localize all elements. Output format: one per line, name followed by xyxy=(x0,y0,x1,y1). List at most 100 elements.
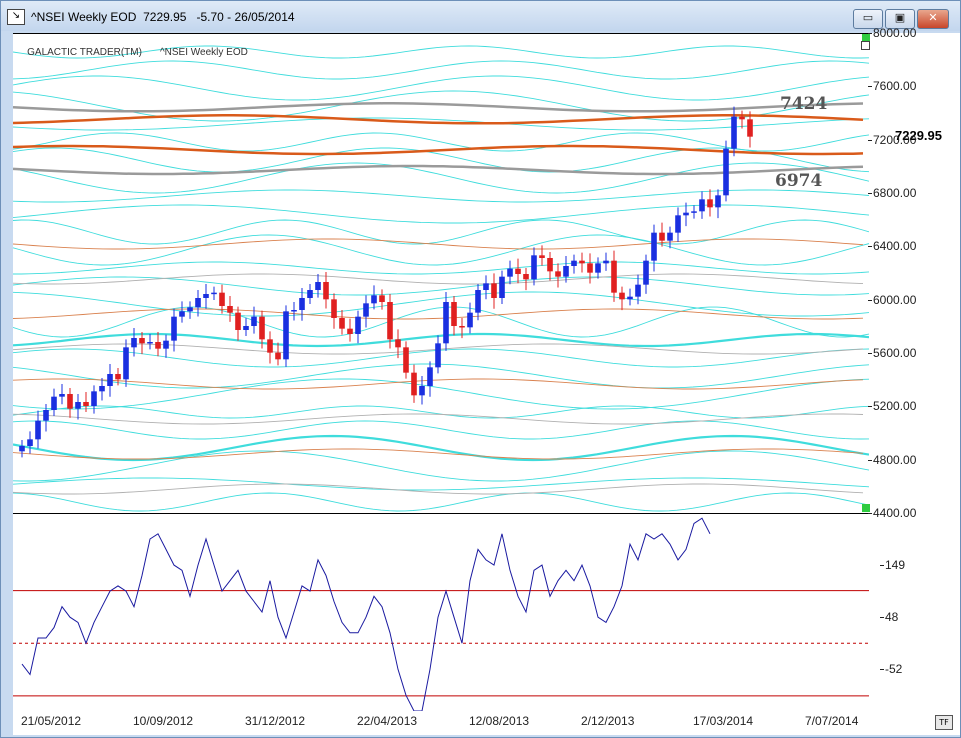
candle-body xyxy=(323,282,329,300)
candle-body xyxy=(275,352,281,360)
candle-body xyxy=(19,446,25,452)
date-tick-label: 21/05/2012 xyxy=(21,714,82,728)
date-axis: 21/05/2012 10/09/2012 31/12/2012 22/04/2013… xyxy=(13,711,869,735)
candle-body xyxy=(659,232,665,241)
harmonic-line xyxy=(13,273,864,285)
candle-body xyxy=(27,439,33,446)
oscillator-panel[interactable] xyxy=(13,513,869,712)
price-tick-label: 6000.00 xyxy=(867,292,917,307)
candle-body xyxy=(203,294,209,298)
candle-body xyxy=(379,295,385,302)
candle-body xyxy=(491,283,497,298)
date-tick-label: 17/03/2014 xyxy=(693,714,754,728)
oscillator-chart[interactable] xyxy=(13,514,869,712)
close-button[interactable]: ✕ xyxy=(917,9,949,29)
candle-body xyxy=(427,367,433,386)
candle-body xyxy=(67,394,73,409)
cycle-wave-line xyxy=(13,291,869,317)
candle-body xyxy=(651,232,657,261)
date-tick-label: 10/09/2012 xyxy=(133,714,194,728)
candle-body xyxy=(299,298,305,310)
cycle-wave-line xyxy=(13,477,869,491)
candle-body xyxy=(251,316,257,326)
candle-body xyxy=(603,260,609,264)
candle-body xyxy=(315,282,321,290)
candle-body xyxy=(371,295,377,304)
candle-body xyxy=(171,316,177,341)
candle-body xyxy=(179,311,185,317)
candle-body xyxy=(35,420,41,440)
cycle-wave-line xyxy=(13,219,869,245)
timeframe-badge[interactable]: TF xyxy=(935,715,953,730)
candle-body xyxy=(363,303,369,317)
candle-body xyxy=(387,302,393,340)
candle-body xyxy=(75,402,81,409)
candle-body xyxy=(155,342,161,349)
candle-body xyxy=(691,211,697,213)
candle-body xyxy=(459,326,465,328)
harmonic-line xyxy=(13,483,864,495)
candle-body xyxy=(435,343,441,368)
chart-legend: GALACTIC TRADER(TM) ^NSEI Weekly EOD xyxy=(16,36,266,69)
candle-body xyxy=(595,263,601,273)
candle-body xyxy=(739,116,745,120)
price-tick-label: 7200.00 xyxy=(867,132,917,147)
cycle-wave-line xyxy=(13,450,869,482)
cycle-wave-line xyxy=(13,363,869,389)
price-tick-label: 4400.00 xyxy=(867,506,917,520)
price-tick-label: 8000.00 xyxy=(867,26,917,40)
price-chart[interactable] xyxy=(13,34,869,514)
level-line xyxy=(13,102,864,113)
candle-body xyxy=(259,316,265,340)
panel-marker-bottom[interactable] xyxy=(862,504,870,512)
candle-body xyxy=(443,302,449,344)
candle-body xyxy=(715,195,721,208)
candle-body xyxy=(499,276,505,298)
candle-body xyxy=(131,338,137,348)
harmonic-line xyxy=(13,413,864,425)
title-bar[interactable]: ↘ ^NSEI Weekly EOD 7229.95 -5.70 - 26/05… xyxy=(1,1,960,31)
legend-symbol: ^NSEI Weekly EOD xyxy=(159,47,248,58)
candle-body xyxy=(403,347,409,373)
candle-body xyxy=(683,212,689,216)
candle-body xyxy=(147,342,153,344)
candle-body xyxy=(227,306,233,313)
candle-body xyxy=(587,263,593,273)
candle-body xyxy=(619,292,625,300)
date-tick-label: 12/08/2013 xyxy=(469,714,530,728)
candle-body xyxy=(211,292,217,295)
candle-body xyxy=(331,299,337,318)
candle-body xyxy=(515,268,521,274)
cycle-wave-line xyxy=(13,204,869,224)
candle-body xyxy=(91,391,97,406)
candle-body xyxy=(99,386,105,392)
price-axis[interactable]: 7229.95 8000.00 7600.00 7200.00 6800.00 6400… xyxy=(867,26,960,735)
candle-body xyxy=(675,215,681,233)
candle-body xyxy=(547,258,553,272)
candle-body xyxy=(347,328,353,334)
candle-body xyxy=(339,318,345,329)
oscillator-tick-label: 48 xyxy=(879,610,899,625)
candle-body xyxy=(523,274,529,280)
candle-body xyxy=(235,312,241,330)
panel-toggle-icon[interactable] xyxy=(861,41,870,50)
candle-body xyxy=(51,396,57,410)
date-tick-label: 7/07/2014 xyxy=(805,714,859,728)
harmonic-line xyxy=(13,238,864,250)
candle-body xyxy=(355,316,361,334)
candle-body xyxy=(307,290,313,298)
oscillator-tick-label: -52 xyxy=(879,662,903,677)
date-tick-label: 22/04/2013 xyxy=(357,714,418,728)
candle-body xyxy=(555,271,561,277)
price-tick-label: 4800.00 xyxy=(867,452,917,467)
candle-body xyxy=(283,311,289,360)
chart-icon[interactable]: ↘ xyxy=(7,9,25,25)
candle-body xyxy=(707,199,713,208)
price-tick-label: 5600.00 xyxy=(867,346,917,360)
level-label-lower: 6974 xyxy=(775,171,823,191)
candle-body xyxy=(395,339,401,348)
candle-body xyxy=(195,298,201,308)
legend-indicator: GALACTIC TRADER(TM) xyxy=(27,47,142,58)
cycle-wave-line xyxy=(13,189,869,203)
price-chart-panel[interactable] xyxy=(13,33,869,514)
